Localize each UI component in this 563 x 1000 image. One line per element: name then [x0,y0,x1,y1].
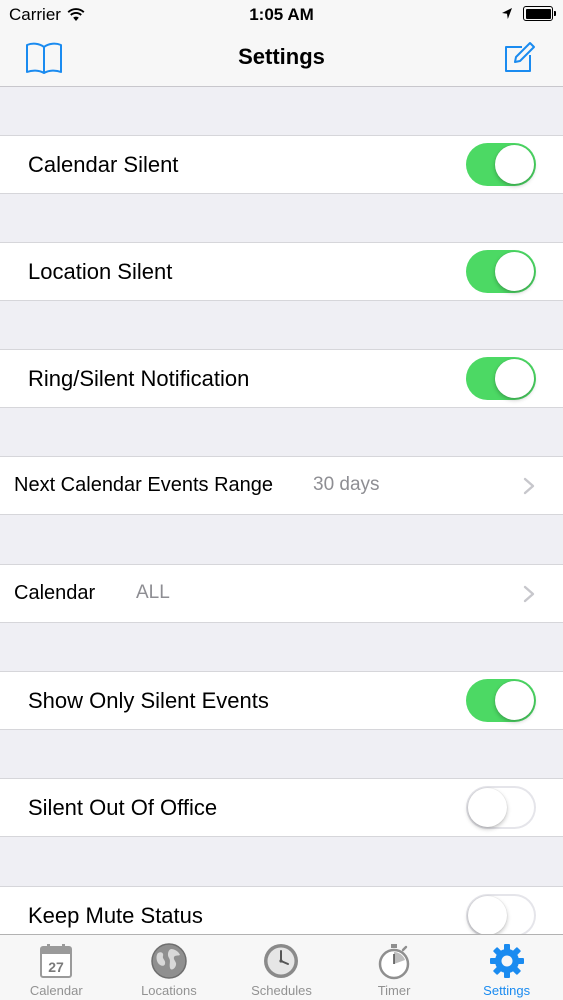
tab-schedules[interactable]: Schedules [225,935,338,1000]
toggle-knob [495,681,534,720]
stopwatch-icon [378,944,410,980]
tab-calendar[interactable]: 27 Calendar [0,935,113,1000]
keep-mute-status-toggle[interactable] [466,894,536,937]
row-show-only-silent-events: Show Only Silent Events [0,671,563,730]
calendar-icon: 27 [40,944,73,978]
status-time: 1:05 AM [249,5,314,24]
next-calendar-events-range-label: Next Calendar Events Range [14,474,274,496]
tab-locations[interactable]: Locations [113,935,226,1000]
calendar-silent-toggle[interactable] [466,143,536,186]
gear-icon [489,944,524,978]
tab-label: Timer [377,983,411,998]
calendar-value: ALL [136,582,170,603]
chevron-right-icon [523,585,535,603]
navigation-bar: Settings [0,30,563,87]
toggle-knob [495,359,534,398]
ring-silent-notification-toggle[interactable] [466,357,536,400]
row-calendar[interactable]: Calendar ALL [0,564,563,623]
clock-icon [264,944,299,978]
tab-label: Schedules [251,983,312,998]
location-silent-label: Location Silent [28,259,173,284]
calendar-silent-label: Calendar Silent [28,152,179,177]
row-ring-silent-notification: Ring/Silent Notification [0,349,563,408]
chevron-right-icon [523,477,535,495]
compose-icon [505,42,535,72]
ring-silent-notification-label: Ring/Silent Notification [28,366,250,391]
silent-out-of-office-toggle[interactable] [466,786,536,829]
row-calendar-silent: Calendar Silent [0,135,563,194]
tab-label: Settings [483,983,531,998]
tab-bar: 27 Calendar Locations Schedules Timer Se… [0,934,563,1000]
toggle-knob [495,252,534,291]
row-silent-out-of-office: Silent Out Of Office [0,778,563,837]
globe-icon [151,943,187,979]
tab-timer[interactable]: Timer [338,935,451,1000]
location-silent-toggle[interactable] [466,250,536,293]
toggle-knob [495,145,534,184]
show-only-silent-events-label: Show Only Silent Events [28,688,269,713]
status-bar: Carrier 1:05 AM [0,0,563,30]
silent-out-of-office-label: Silent Out Of Office [28,795,218,820]
status-right [501,6,556,21]
tab-settings[interactable]: Settings [450,935,563,1000]
show-only-silent-events-toggle[interactable] [466,679,536,722]
row-next-calendar-events-range[interactable]: Next Calendar Events Range 30 days [0,456,563,515]
calendar-label: Calendar [14,582,96,604]
row-location-silent: Location Silent [0,242,563,301]
next-calendar-events-range-value: 30 days [313,474,380,495]
tab-label: Calendar [29,983,83,998]
battery-icon [523,6,556,21]
calendar-icon-day: 27 [49,959,65,975]
location-arrow-icon [502,8,512,19]
tab-label: Locations [141,983,197,998]
page-title: Settings [238,44,325,69]
toggle-knob [468,788,507,827]
compose-button[interactable] [499,38,539,78]
toggle-knob [468,896,507,935]
